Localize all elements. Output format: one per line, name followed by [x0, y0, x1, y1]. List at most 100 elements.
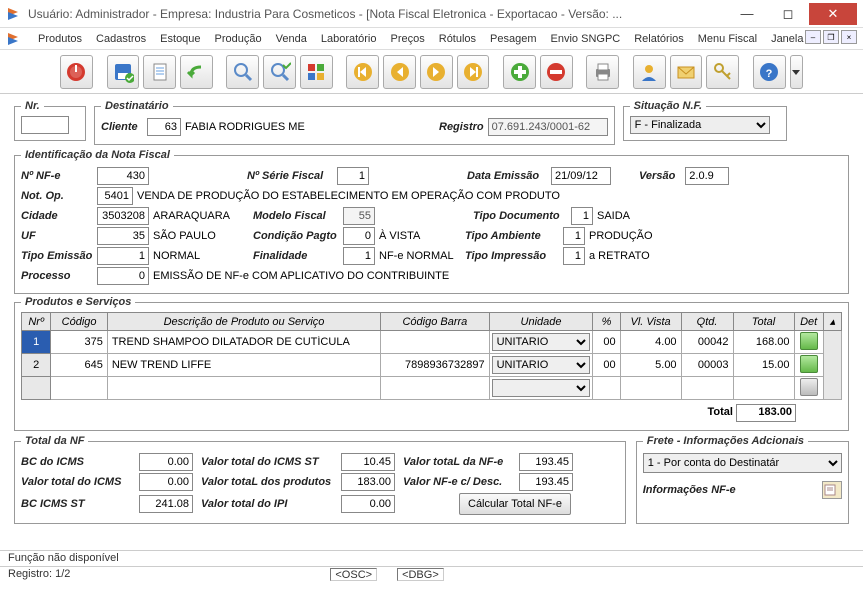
- col-total[interactable]: Total: [733, 313, 794, 331]
- cell-vista[interactable]: [620, 331, 681, 354]
- power-button[interactable]: [60, 55, 93, 89]
- scrollbar[interactable]: [823, 331, 841, 400]
- final-cod-input[interactable]: [343, 247, 375, 265]
- cell-vista[interactable]: [620, 354, 681, 377]
- cell-nr[interactable]: 1: [22, 331, 51, 354]
- mdi-minimize-button[interactable]: –: [805, 30, 821, 44]
- cell-pct[interactable]: [593, 331, 620, 354]
- col-vista[interactable]: Vl. Vista: [620, 313, 681, 331]
- cell-codigo[interactable]: [51, 354, 107, 377]
- menu-venda[interactable]: Venda: [276, 33, 307, 45]
- col-barra[interactable]: Código Barra: [381, 313, 489, 331]
- undo-button[interactable]: [180, 55, 213, 89]
- first-button[interactable]: [346, 55, 379, 89]
- user-button[interactable]: [633, 55, 666, 89]
- print-button[interactable]: [586, 55, 619, 89]
- vtdesc-input[interactable]: [519, 473, 573, 491]
- versao-input[interactable]: [685, 167, 729, 185]
- cidade-cod-input[interactable]: [97, 207, 149, 225]
- minimize-button[interactable]: ―: [727, 3, 767, 25]
- condpg-cod-input[interactable]: [343, 227, 375, 245]
- prev-button[interactable]: [383, 55, 416, 89]
- tipoem-cod-input[interactable]: [97, 247, 149, 265]
- menu-estoque[interactable]: Estoque: [160, 33, 200, 45]
- frete-select[interactable]: 1 - Por conta do Destinatár: [643, 453, 842, 473]
- proc-cod-input[interactable]: [97, 267, 149, 285]
- cell-barra[interactable]: [381, 331, 489, 354]
- cell-det[interactable]: [794, 331, 823, 354]
- scroll-up-icon[interactable]: ▴: [823, 313, 841, 331]
- last-button[interactable]: [457, 55, 490, 89]
- vticmsst-input[interactable]: [341, 453, 395, 471]
- nr-input[interactable]: [21, 116, 69, 134]
- cell-codigo[interactable]: [51, 331, 107, 354]
- serie-input[interactable]: [337, 167, 369, 185]
- cell-pct[interactable]: [593, 354, 620, 377]
- nfe-input[interactable]: [97, 167, 149, 185]
- menu-produção[interactable]: Produção: [215, 33, 262, 45]
- close-button[interactable]: ✕: [809, 3, 857, 25]
- add-button[interactable]: [503, 55, 536, 89]
- detail-button[interactable]: [800, 332, 818, 350]
- menu-janela[interactable]: Janela: [771, 33, 803, 45]
- col-nr[interactable]: Nrº: [22, 313, 51, 331]
- info-nfe-button[interactable]: [822, 481, 842, 499]
- bcicmsst-input[interactable]: [139, 495, 193, 513]
- col-desc[interactable]: Descrição de Produto ou Serviço: [107, 313, 380, 331]
- maximize-button[interactable]: ◻: [768, 3, 808, 25]
- col-pct[interactable]: %: [593, 313, 620, 331]
- bcicms-input[interactable]: [139, 453, 193, 471]
- mdi-close-button[interactable]: ×: [841, 30, 857, 44]
- keys-button[interactable]: [706, 55, 739, 89]
- uf-cod-input[interactable]: [97, 227, 149, 245]
- menu-pesagem[interactable]: Pesagem: [490, 33, 536, 45]
- data-input[interactable]: [551, 167, 611, 185]
- situacao-select[interactable]: F - Finalizada: [630, 116, 770, 134]
- col-codigo[interactable]: Código: [51, 313, 107, 331]
- produtos-grid[interactable]: Nrº Código Descrição de Produto ou Servi…: [21, 312, 842, 400]
- cliente-cod-input[interactable]: [147, 118, 181, 136]
- table-row[interactable]: 1 UNITARIO: [22, 331, 842, 354]
- tipoamb-cod-input[interactable]: [563, 227, 585, 245]
- table-row-empty[interactable]: [22, 377, 842, 400]
- menu-preços[interactable]: Preços: [391, 33, 425, 45]
- table-row[interactable]: 2 UNITARIO: [22, 354, 842, 377]
- cell-qtd[interactable]: [681, 331, 733, 354]
- cell-desc[interactable]: [107, 354, 380, 377]
- cell-total[interactable]: [733, 331, 794, 354]
- mail-button[interactable]: [670, 55, 703, 89]
- vtprod-input[interactable]: [341, 473, 395, 491]
- cell-desc[interactable]: [107, 331, 380, 354]
- menu-cadastros[interactable]: Cadastros: [96, 33, 146, 45]
- menu-produtos[interactable]: Produtos: [38, 33, 82, 45]
- grid-button[interactable]: [300, 55, 333, 89]
- tipoimp-cod-input[interactable]: [563, 247, 585, 265]
- save-button[interactable]: [107, 55, 140, 89]
- zoom-button[interactable]: [226, 55, 259, 89]
- col-det[interactable]: Det: [794, 313, 823, 331]
- cell-nr[interactable]: 2: [22, 354, 51, 377]
- menu-relatórios[interactable]: Relatórios: [634, 33, 684, 45]
- menu-rótulos[interactable]: Rótulos: [439, 33, 476, 45]
- cell-unidade[interactable]: UNITARIO: [489, 331, 593, 354]
- mdi-restore-button[interactable]: ❐: [823, 30, 839, 44]
- detail-button[interactable]: [800, 355, 818, 373]
- menu-envio sngpc[interactable]: Envio SNGPC: [551, 33, 621, 45]
- tipodoc-cod-input[interactable]: [571, 207, 593, 225]
- menu-laboratório[interactable]: Laboratório: [321, 33, 377, 45]
- cell-qtd[interactable]: [681, 354, 733, 377]
- col-unidade[interactable]: Unidade: [489, 313, 593, 331]
- vtnfe-input[interactable]: [519, 453, 573, 471]
- menu-menu fiscal[interactable]: Menu Fiscal: [698, 33, 757, 45]
- cell-det[interactable]: [794, 354, 823, 377]
- toolbar-overflow-button[interactable]: [790, 55, 804, 89]
- remove-button[interactable]: [540, 55, 573, 89]
- next-button[interactable]: [420, 55, 453, 89]
- detail-button[interactable]: [800, 378, 818, 396]
- zoom-check-button[interactable]: [263, 55, 296, 89]
- vticms-input[interactable]: [139, 473, 193, 491]
- cell-unidade[interactable]: UNITARIO: [489, 354, 593, 377]
- cell-barra[interactable]: [381, 354, 489, 377]
- help-button[interactable]: ?: [753, 55, 786, 89]
- document-button[interactable]: [143, 55, 176, 89]
